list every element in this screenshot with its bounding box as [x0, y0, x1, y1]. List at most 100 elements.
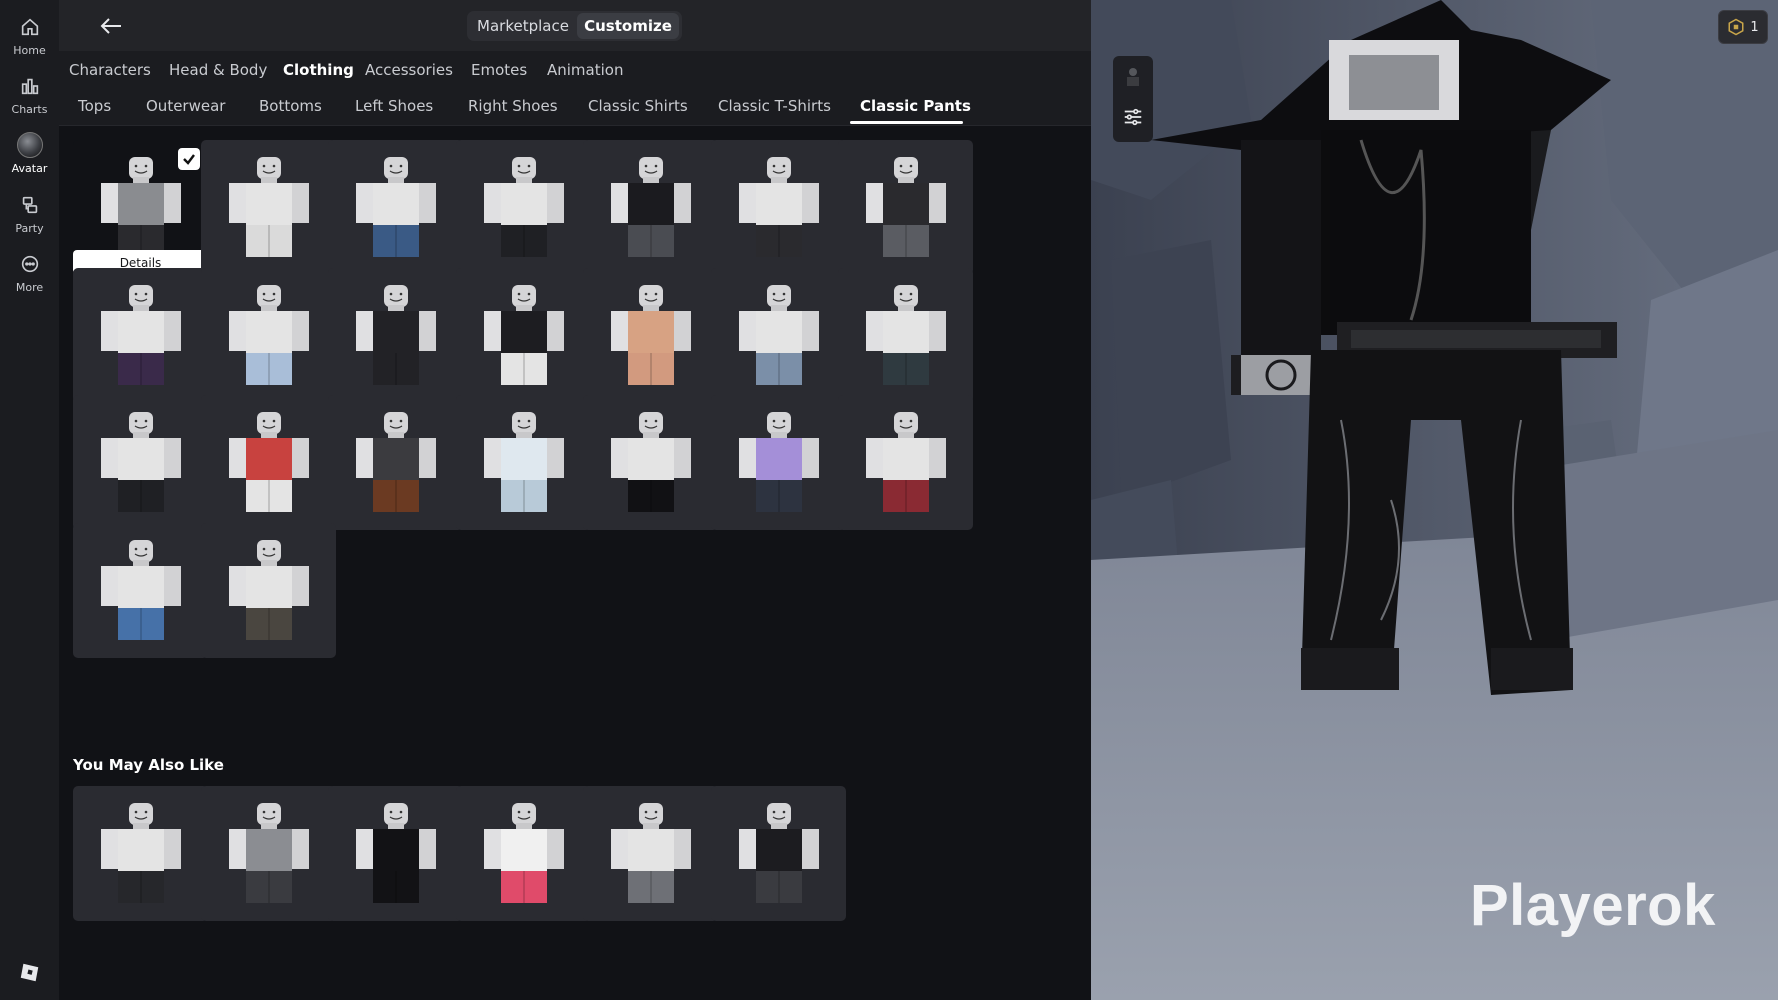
- pants-item[interactable]: [328, 267, 463, 403]
- avatar-preview: [483, 412, 564, 512]
- rail-charts-label: Charts: [11, 103, 48, 116]
- avatar-preview: [356, 157, 436, 257]
- avatar-preview: [356, 284, 436, 385]
- pants-item[interactable]: [200, 140, 336, 275]
- avatar-preview: [228, 803, 309, 903]
- tab-characters[interactable]: Characters: [69, 61, 151, 79]
- clothing-subtabs: Tops Outerwear Bottoms Left Shoes Right …: [59, 89, 1091, 126]
- avatar-preview: [611, 157, 691, 257]
- category-tabs: Characters Head & Body Clothing Accessor…: [59, 51, 1091, 89]
- left-rail: Home Charts Avatar Party More: [0, 0, 59, 1000]
- back-arrow-icon: [100, 18, 121, 34]
- viewport-tools: [1113, 56, 1153, 142]
- robux-balance[interactable]: 1: [1718, 10, 1768, 44]
- pants-item[interactable]: [838, 395, 973, 530]
- avatar-viewport[interactable]: [1091, 0, 1778, 1000]
- subtab-bottoms[interactable]: Bottoms: [259, 97, 322, 115]
- selected-checkmark-icon[interactable]: [178, 148, 200, 170]
- subtab-classic-tshirts[interactable]: Classic T-Shirts: [718, 97, 831, 115]
- rail-home[interactable]: Home: [0, 14, 59, 70]
- robux-count: 1: [1750, 19, 1759, 35]
- tab-head-body[interactable]: Head & Body: [169, 61, 267, 79]
- subtab-outerwear[interactable]: Outerwear: [146, 97, 225, 115]
- avatar-preview: [101, 412, 181, 512]
- pants-item[interactable]: [200, 267, 336, 403]
- avatar-scene: [1091, 0, 1778, 1000]
- pants-item[interactable]: [838, 267, 973, 403]
- marketplace-tab[interactable]: Marketplace: [473, 13, 573, 39]
- subtab-right-shoes[interactable]: Right Shoes: [468, 97, 558, 115]
- avatar-preview: [101, 284, 181, 385]
- subtab-classic-pants[interactable]: Classic Pants: [860, 97, 971, 115]
- rail-charts[interactable]: Charts: [0, 73, 59, 129]
- avatar-preview: [738, 284, 819, 385]
- recommended-item[interactable]: [455, 786, 591, 921]
- robux-icon: [1728, 18, 1744, 36]
- avatar-preview: [101, 157, 181, 257]
- avatar-preview: [483, 157, 564, 257]
- pants-item[interactable]: [328, 140, 463, 275]
- avatar-preview: [228, 157, 309, 257]
- tab-emotes[interactable]: Emotes: [471, 61, 527, 79]
- party-icon: [22, 196, 37, 214]
- pants-item[interactable]: [328, 395, 463, 530]
- avatar-preview: [101, 803, 181, 903]
- pants-item[interactable]: [583, 140, 718, 275]
- recommended-item[interactable]: [73, 786, 208, 921]
- recommended-item[interactable]: [710, 786, 846, 921]
- home-icon: [21, 18, 38, 36]
- pants-item[interactable]: [73, 522, 208, 658]
- pants-item[interactable]: [455, 395, 591, 530]
- recommended-item[interactable]: [328, 786, 463, 921]
- pants-item[interactable]: [710, 267, 846, 403]
- subtab-tops[interactable]: Tops: [78, 97, 111, 115]
- pants-item[interactable]: [455, 267, 591, 403]
- avatar-icon: [16, 132, 43, 158]
- avatar-preview: [738, 803, 819, 903]
- pants-item[interactable]: [583, 267, 718, 403]
- avatar-preview: [356, 803, 436, 903]
- recommended-item[interactable]: [200, 786, 336, 921]
- charts-icon: [21, 78, 38, 95]
- rail-party[interactable]: Party: [0, 192, 59, 248]
- tab-animation[interactable]: Animation: [547, 61, 623, 79]
- pants-item[interactable]: [710, 395, 846, 530]
- rail-more-label: More: [15, 281, 44, 294]
- pants-item[interactable]: [583, 395, 718, 530]
- pants-item[interactable]: [200, 395, 336, 530]
- tab-accessories[interactable]: Accessories: [365, 61, 453, 79]
- subtab-left-shoes[interactable]: Left Shoes: [355, 97, 433, 115]
- avatar-preview: [483, 803, 564, 903]
- more-icon: [21, 255, 38, 273]
- rail-avatar[interactable]: Avatar: [0, 131, 59, 187]
- pants-item[interactable]: [455, 140, 591, 275]
- avatar-thumbnail-button[interactable]: [1118, 62, 1148, 92]
- avatar-preview: [611, 803, 691, 903]
- avatar-preview: [228, 412, 309, 512]
- pants-item-selected[interactable]: Details: [73, 140, 208, 275]
- pants-item[interactable]: [200, 522, 336, 658]
- avatar-preview: [356, 412, 436, 512]
- inventory-panel: Details You May Also Like: [59, 126, 1091, 1000]
- avatar-preview: [228, 284, 309, 385]
- recommended-item[interactable]: [583, 786, 718, 921]
- pants-item[interactable]: [838, 140, 973, 275]
- pants-item[interactable]: [73, 267, 208, 403]
- avatar-preview: [228, 539, 309, 640]
- customize-tab[interactable]: Customize: [577, 13, 679, 39]
- sliders-icon: [1124, 108, 1142, 126]
- pants-item[interactable]: [710, 140, 846, 275]
- rail-home-label: Home: [13, 44, 46, 57]
- rail-more[interactable]: More: [0, 251, 59, 307]
- avatar-preview: [611, 284, 691, 385]
- avatar-thumb-icon: [1127, 68, 1139, 86]
- pants-item[interactable]: [73, 395, 208, 530]
- mode-switcher: Marketplace Customize: [467, 11, 682, 41]
- avatar-preview: [738, 412, 819, 512]
- tab-clothing[interactable]: Clothing: [283, 61, 354, 79]
- avatar-preview: [738, 157, 819, 257]
- roblox-logo-icon[interactable]: [19, 962, 40, 983]
- adjust-settings-button[interactable]: [1118, 102, 1148, 132]
- subtab-classic-shirts[interactable]: Classic Shirts: [588, 97, 688, 115]
- back-button[interactable]: [96, 12, 126, 40]
